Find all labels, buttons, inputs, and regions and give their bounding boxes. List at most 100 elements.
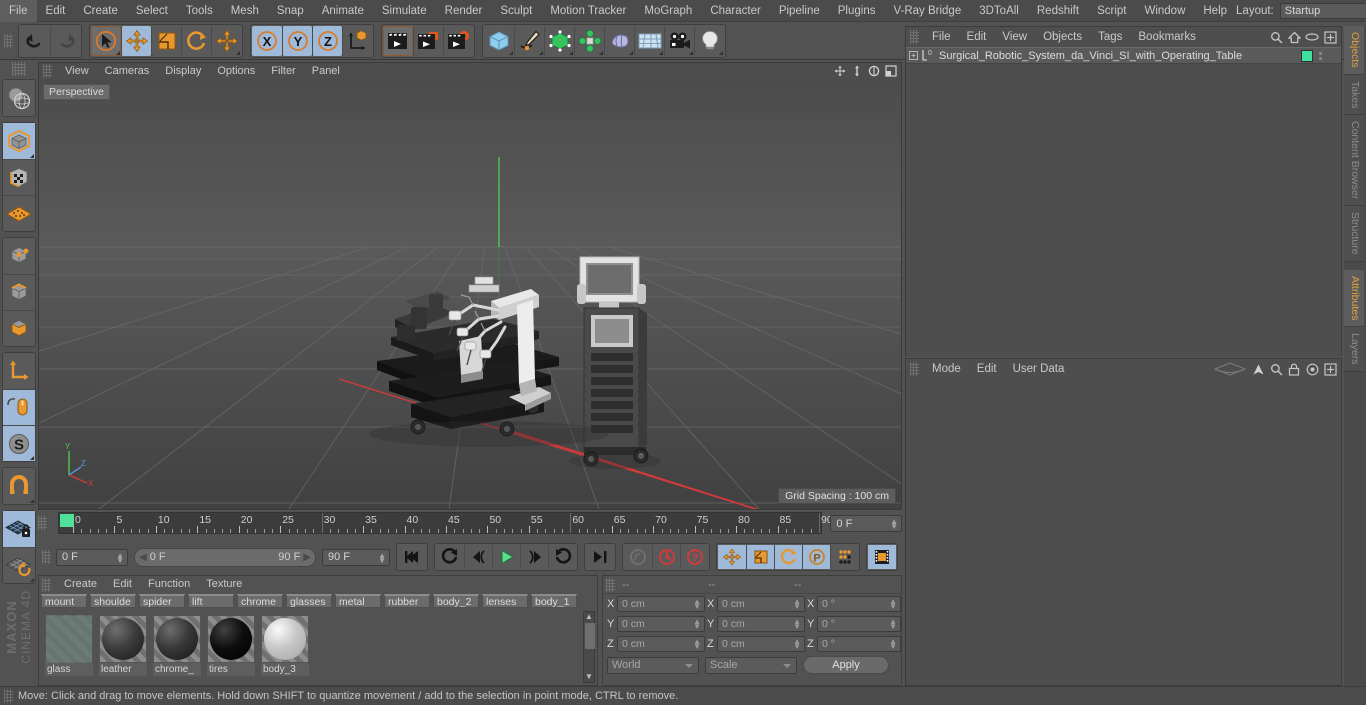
- step-forward-button[interactable]: [520, 545, 548, 569]
- viewport-menu-cameras[interactable]: Cameras: [97, 63, 158, 79]
- menu-item-mesh[interactable]: Mesh: [222, 0, 268, 22]
- scale-tool[interactable]: [151, 25, 181, 56]
- material-swatch[interactable]: chrome_: [153, 615, 201, 676]
- menu-item-redshift[interactable]: Redshift: [1028, 0, 1088, 22]
- scroll-up-icon[interactable]: ▲: [584, 612, 594, 622]
- stepper-icon[interactable]: ▲ ▼: [116, 551, 124, 564]
- menu-item-render[interactable]: Render: [436, 0, 492, 22]
- current-frame-marker[interactable]: [60, 514, 74, 527]
- go-to-next-key-button[interactable]: [548, 545, 576, 569]
- polygons-mode-button[interactable]: [3, 310, 35, 346]
- menu-item-create[interactable]: Create: [74, 0, 127, 22]
- object-menu-bookmarks[interactable]: Bookmarks: [1130, 27, 1204, 47]
- add-spline-button[interactable]: [514, 25, 544, 56]
- material-name-chip[interactable]: lenses: [482, 594, 528, 608]
- menu-item-pipeline[interactable]: Pipeline: [770, 0, 829, 22]
- world-object-coordinate-toggle[interactable]: [342, 25, 372, 56]
- rotation-z-field[interactable]: 0 ° ▲ ▼: [817, 636, 901, 652]
- range-right-arrow-icon[interactable]: ▶: [303, 552, 311, 563]
- edges-mode-button[interactable]: [3, 274, 35, 310]
- menu-item-file[interactable]: File: [0, 0, 37, 22]
- preview-range-slider[interactable]: ◀ 0 F 90 F ▶: [134, 547, 316, 567]
- toolbar-gripper[interactable]: [4, 33, 13, 48]
- z-axis-lock[interactable]: Z: [312, 25, 342, 56]
- material-name-chip[interactable]: body_1: [531, 594, 577, 608]
- material-name-chip[interactable]: chrome: [237, 594, 283, 608]
- rotation-y-field[interactable]: 0 ° ▲ ▼: [817, 616, 901, 632]
- size-mode-dropdown[interactable]: Scale: [705, 656, 797, 674]
- parameter-key-button[interactable]: P: [802, 545, 830, 569]
- pan-icon[interactable]: [833, 64, 847, 78]
- vertical-tab-takes[interactable]: Takes: [1344, 74, 1364, 116]
- plus-box-icon[interactable]: [1323, 30, 1337, 44]
- viewport-menu-panel[interactable]: Panel: [304, 63, 348, 79]
- material-name-chip[interactable]: rubber: [384, 594, 430, 608]
- stepper-icon[interactable]: ▲ ▼: [378, 551, 386, 564]
- menu-item-plugins[interactable]: Plugins: [829, 0, 885, 22]
- menu-item-animate[interactable]: Animate: [313, 0, 373, 22]
- search-icon[interactable]: [1269, 30, 1283, 44]
- object-tag-icon[interactable]: [1301, 49, 1313, 62]
- material-name-chip[interactable]: shoulde: [90, 594, 136, 608]
- redo-button[interactable]: [50, 25, 80, 56]
- stepper-icon[interactable]: ▲ ▼: [693, 598, 701, 611]
- move-tool[interactable]: [121, 25, 151, 56]
- expand-toggle-icon[interactable]: +: [909, 51, 918, 60]
- rotate-icon[interactable]: [867, 64, 881, 78]
- scroll-down-icon[interactable]: ▼: [584, 672, 594, 682]
- attribute-manager-gripper[interactable]: [910, 362, 919, 376]
- add-array-button[interactable]: [574, 25, 604, 56]
- menu-item-select[interactable]: Select: [127, 0, 177, 22]
- stepper-icon[interactable]: ▲ ▼: [693, 638, 701, 651]
- menu-item-motion-tracker[interactable]: Motion Tracker: [541, 0, 635, 22]
- rotation-x-field[interactable]: 0 ° ▲ ▼: [817, 596, 901, 612]
- record-active-objects-button[interactable]: [624, 545, 652, 569]
- points-mode-button[interactable]: [3, 238, 35, 274]
- stepper-icon[interactable]: ▲ ▼: [890, 518, 898, 531]
- material-preview[interactable]: [45, 615, 93, 663]
- menu-item-3dtoall[interactable]: 3DToAll: [970, 0, 1028, 22]
- position-key-button[interactable]: [718, 545, 746, 569]
- attribute-manager-body[interactable]: [906, 379, 1341, 684]
- stepper-icon[interactable]: ▲ ▼: [889, 618, 897, 631]
- material-preview[interactable]: [153, 615, 201, 663]
- add-light-button[interactable]: [694, 25, 724, 56]
- add-deformer-button[interactable]: [604, 25, 634, 56]
- vertical-tab-layers[interactable]: Layers: [1344, 327, 1364, 372]
- left-toolbar-gripper[interactable]: [12, 62, 26, 76]
- object-menu-edit[interactable]: Edit: [959, 27, 995, 47]
- model-mode-button[interactable]: [3, 123, 35, 159]
- material-gripper[interactable]: [42, 577, 51, 592]
- stepper-icon[interactable]: ▲ ▼: [793, 618, 801, 631]
- material-menu-edit[interactable]: Edit: [105, 576, 140, 593]
- y-axis-lock[interactable]: Y: [282, 25, 312, 56]
- stepper-icon[interactable]: ▲ ▼: [793, 638, 801, 651]
- dolly-icon[interactable]: [850, 64, 864, 78]
- rotate-tool[interactable]: [181, 25, 211, 56]
- object-manager-gripper[interactable]: [910, 30, 919, 44]
- status-gripper[interactable]: [4, 689, 13, 703]
- material-preview[interactable]: [207, 615, 255, 663]
- planar-workplane-button[interactable]: [3, 547, 35, 583]
- arrow-up-icon[interactable]: [1251, 362, 1265, 376]
- menu-item-sculpt[interactable]: Sculpt: [491, 0, 541, 22]
- material-name-chip[interactable]: mount: [41, 594, 87, 608]
- go-to-end-button[interactable]: [586, 545, 614, 569]
- lock-icon[interactable]: [1287, 362, 1301, 376]
- start-frame-field[interactable]: 0 F ▲ ▼: [56, 548, 128, 566]
- material-swatch[interactable]: tires: [207, 615, 255, 676]
- vertical-tab-objects[interactable]: Objects: [1344, 26, 1364, 75]
- coordinate-system-dropdown[interactable]: World: [607, 656, 699, 674]
- material-swatch[interactable]: glass: [45, 615, 93, 676]
- menu-item-edit[interactable]: Edit: [37, 0, 75, 22]
- object-tree[interactable]: +0 Surgical_Robotic_System_da_Vinci_SI_wi…: [906, 47, 1341, 64]
- object-tree-row[interactable]: +0 Surgical_Robotic_System_da_Vinci_SI_wi…: [906, 47, 1341, 64]
- menu-item-window[interactable]: Window: [1135, 0, 1194, 22]
- position-z-field[interactable]: 0 cm ▲ ▼: [617, 636, 705, 652]
- stepper-icon[interactable]: ▲ ▼: [889, 598, 897, 611]
- go-to-previous-key-button[interactable]: [436, 545, 464, 569]
- vertical-tab-attributes[interactable]: Attributes: [1344, 269, 1364, 328]
- menu-item-tools[interactable]: Tools: [177, 0, 222, 22]
- keyframe-selection-button[interactable]: ?: [680, 545, 708, 569]
- texture-mode-button[interactable]: [3, 159, 35, 195]
